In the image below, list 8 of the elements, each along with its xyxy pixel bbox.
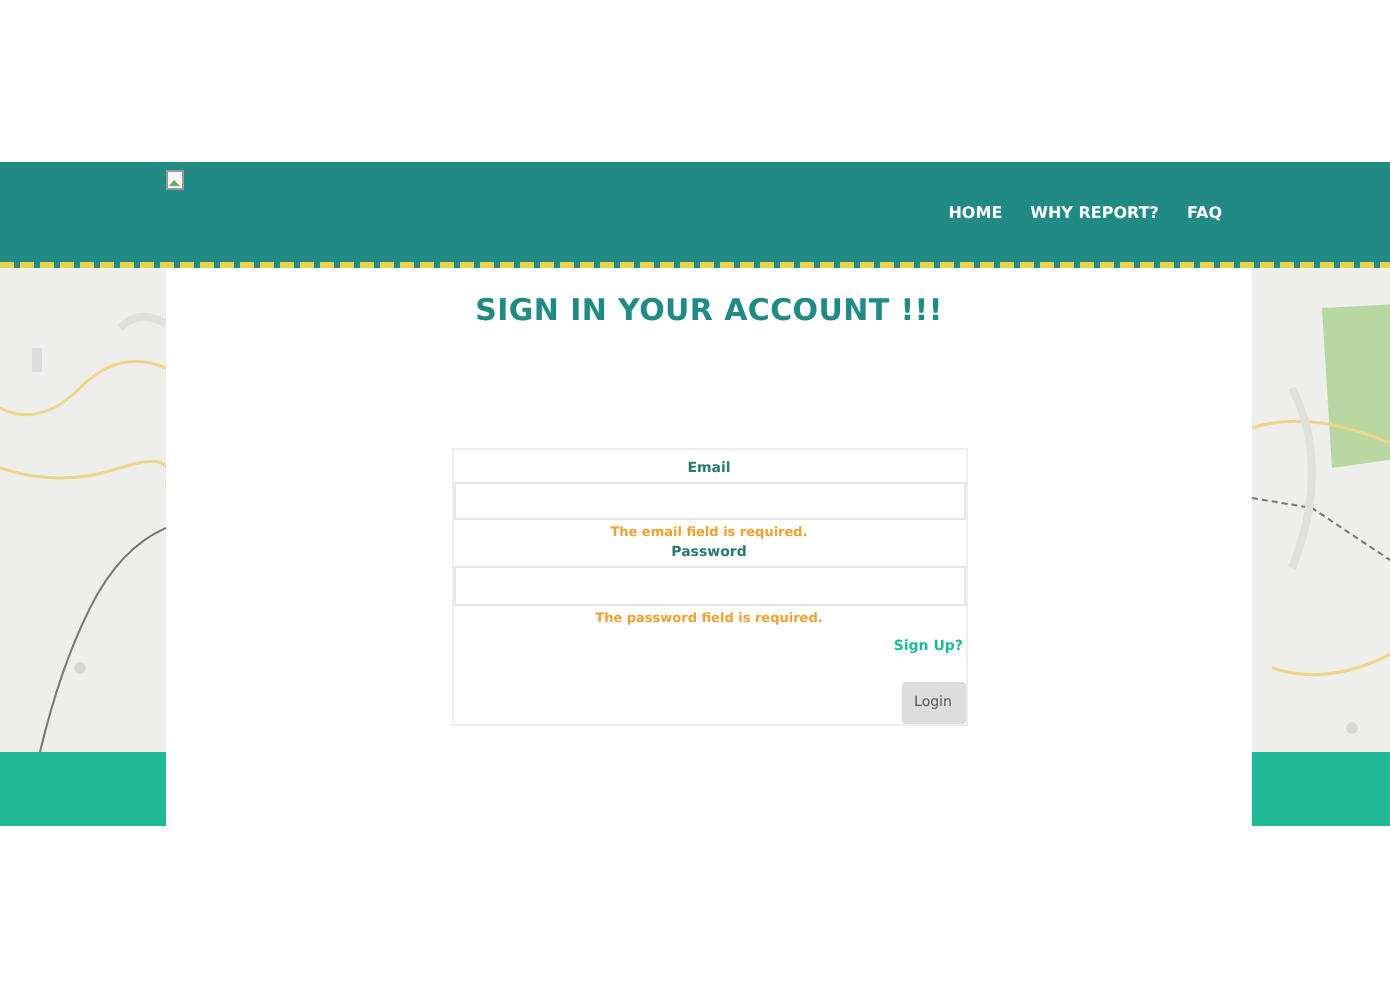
broken-image-icon xyxy=(166,170,184,190)
input-field[interactable] xyxy=(453,482,965,521)
nav-link[interactable]: WHY REPORT? xyxy=(1030,204,1159,222)
page-title: SIGN IN YOUR ACCOUNT !!! xyxy=(475,292,943,328)
nav-link[interactable]: HOME xyxy=(948,204,1003,222)
input-field[interactable] xyxy=(453,566,965,606)
footer-strip xyxy=(1252,752,1390,826)
nav-link[interactable]: FAQ xyxy=(1186,204,1222,222)
